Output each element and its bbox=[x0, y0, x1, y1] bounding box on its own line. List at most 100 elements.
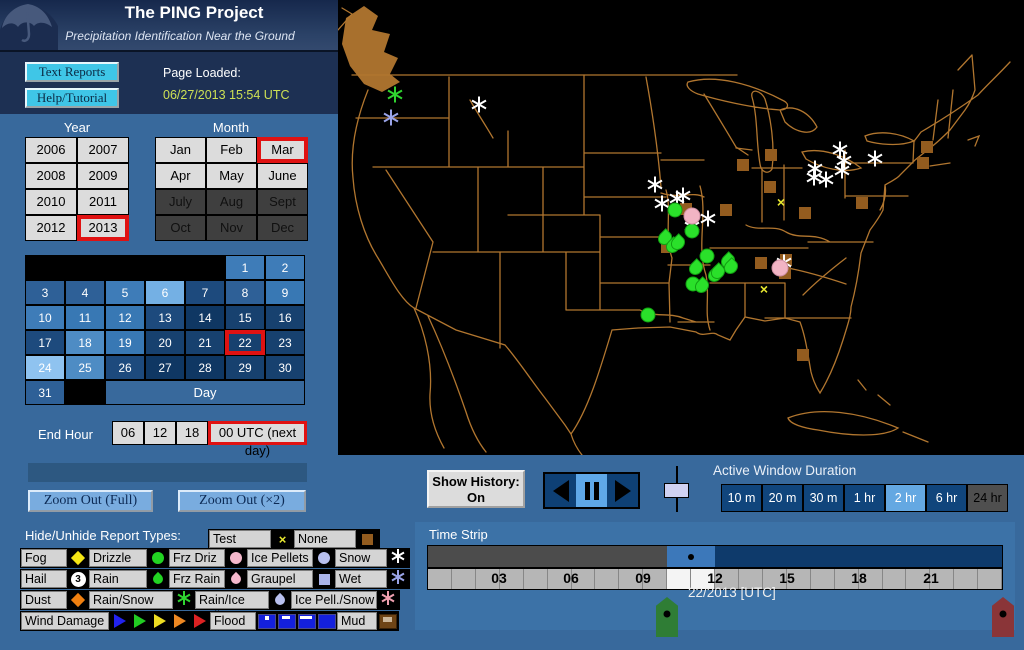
flood-2-icon[interactable] bbox=[277, 612, 296, 630]
month-may[interactable]: May bbox=[206, 163, 257, 189]
calendar-day-15[interactable]: 15 bbox=[225, 305, 265, 330]
flood-1-icon[interactable] bbox=[257, 612, 276, 630]
awd-30m[interactable]: 30 m bbox=[803, 484, 844, 512]
dr-green-icon[interactable] bbox=[148, 570, 168, 588]
awd-6hr[interactable]: 6 hr bbox=[926, 484, 967, 512]
pause-button[interactable] bbox=[576, 474, 607, 507]
legend-toggle-hail[interactable]: Hail bbox=[21, 570, 67, 588]
month-jan[interactable]: Jan bbox=[155, 137, 206, 163]
hour-cell-4[interactable] bbox=[523, 569, 548, 589]
calendar-day-27[interactable]: 27 bbox=[145, 355, 185, 380]
flood-4-icon[interactable] bbox=[317, 612, 336, 630]
ci-green-icon[interactable] bbox=[148, 549, 168, 567]
end-hour-18[interactable]: 18 bbox=[176, 421, 208, 445]
hour-cell-0[interactable] bbox=[428, 569, 452, 589]
hour-cell-23[interactable] bbox=[978, 569, 1003, 589]
legend-toggle-drizzle[interactable]: Drizzle bbox=[89, 549, 147, 567]
calendar-day-3[interactable]: 3 bbox=[25, 280, 65, 305]
year-2008[interactable]: 2008 bbox=[25, 163, 77, 189]
month-mar[interactable]: Mar bbox=[257, 137, 308, 163]
calendar-day-7[interactable]: 7 bbox=[185, 280, 225, 305]
hail-icon[interactable]: 3 bbox=[68, 570, 88, 588]
month-nov[interactable]: Nov bbox=[206, 215, 257, 241]
legend-toggle-ice-pell-snow[interactable]: Ice Pell./Snow bbox=[291, 591, 377, 609]
end-hour-06[interactable]: 06 bbox=[112, 421, 144, 445]
calendar-day-18[interactable]: 18 bbox=[65, 330, 105, 355]
legend-toggle-frz-rain[interactable]: Frz Rain bbox=[169, 570, 225, 588]
year-2007[interactable]: 2007 bbox=[77, 137, 129, 163]
calendar-day-11[interactable]: 11 bbox=[65, 305, 105, 330]
calendar-day-10[interactable]: 10 bbox=[25, 305, 65, 330]
calendar-day-6[interactable]: 6 bbox=[145, 280, 185, 305]
ast-pink-icon[interactable] bbox=[378, 590, 398, 609]
tri-green-icon[interactable] bbox=[130, 612, 149, 630]
calendar-day-23[interactable]: 23 bbox=[265, 330, 305, 355]
dr-pink-icon[interactable] bbox=[226, 570, 246, 588]
hour-cell-7[interactable] bbox=[595, 569, 620, 589]
di-yellow-icon[interactable] bbox=[68, 549, 88, 567]
ci-lav-icon[interactable] bbox=[314, 549, 334, 567]
year-2011[interactable]: 2011 bbox=[77, 189, 129, 215]
month-june[interactable]: June bbox=[257, 163, 308, 189]
hour-cell-1[interactable] bbox=[451, 569, 476, 589]
end-hour-12[interactable]: 12 bbox=[144, 421, 176, 445]
tri-orange-icon[interactable] bbox=[170, 612, 189, 630]
end-hour-00[interactable]: 00 UTC (next day) bbox=[208, 421, 307, 458]
legend-toggle-rain-ice-pell-[interactable]: Rain/Ice Pell. bbox=[195, 591, 269, 623]
calendar-day-8[interactable]: 8 bbox=[225, 280, 265, 305]
tri-yellow-icon[interactable] bbox=[150, 612, 169, 630]
legend-toggle-frz-driz[interactable]: Frz Driz bbox=[169, 549, 225, 567]
awd-24hr[interactable]: 24 hr bbox=[967, 484, 1008, 512]
year-2012[interactable]: 2012 bbox=[25, 215, 77, 241]
legend-toggle-none[interactable]: None bbox=[294, 530, 356, 548]
step-forward-button[interactable] bbox=[607, 474, 638, 507]
calendar-day-29[interactable]: 29 bbox=[225, 355, 265, 380]
legend-toggle-graupel[interactable]: Graupel bbox=[247, 570, 313, 588]
sq-brown-icon[interactable] bbox=[357, 530, 378, 548]
tri-red-icon[interactable] bbox=[190, 612, 209, 630]
ast-green-icon[interactable] bbox=[174, 590, 194, 609]
year-2013[interactable]: 2013 bbox=[77, 215, 129, 241]
calendar-day-21[interactable]: 21 bbox=[185, 330, 225, 355]
hour-cell-22[interactable] bbox=[954, 569, 979, 589]
calendar-day-4[interactable]: 4 bbox=[65, 280, 105, 305]
legend-toggle-flood[interactable]: Flood bbox=[210, 612, 256, 630]
calendar-day-22[interactable]: 22 bbox=[225, 330, 265, 355]
hour-cell-16[interactable] bbox=[810, 569, 835, 589]
legend-toggle-rain[interactable]: Rain bbox=[89, 570, 147, 588]
legend-toggle-dust[interactable]: Dust bbox=[21, 591, 67, 609]
month-feb[interactable]: Feb bbox=[206, 137, 257, 163]
awd-1hr[interactable]: 1 hr bbox=[844, 484, 885, 512]
legend-toggle-fog[interactable]: Fog bbox=[21, 549, 67, 567]
calendar-day-1[interactable]: 1 bbox=[225, 255, 265, 280]
calendar-day-26[interactable]: 26 bbox=[105, 355, 145, 380]
calendar-day-5[interactable]: 5 bbox=[105, 280, 145, 305]
month-apr[interactable]: Apr bbox=[155, 163, 206, 189]
legend-toggle-mud[interactable]: Mud bbox=[337, 612, 377, 630]
mud-icon[interactable] bbox=[378, 612, 397, 630]
month-aug[interactable]: Aug bbox=[206, 189, 257, 215]
legend-toggle-wind-damage[interactable]: Wind Damage bbox=[21, 612, 109, 630]
speed-slider-handle[interactable] bbox=[664, 483, 689, 498]
calendar-day-30[interactable]: 30 bbox=[265, 355, 305, 380]
us-precip-map[interactable]: × × bbox=[338, 0, 1024, 455]
zoom-out-x2-button[interactable]: Zoom Out (×2) bbox=[178, 490, 306, 512]
calendar-day-2[interactable]: 2 bbox=[265, 255, 305, 280]
calendar-day-13[interactable]: 13 bbox=[145, 305, 185, 330]
legend-toggle-ice-pellets[interactable]: Ice Pellets bbox=[247, 549, 313, 567]
di-orange-icon[interactable] bbox=[68, 591, 88, 609]
calendar-day-31[interactable]: 31 bbox=[25, 380, 65, 405]
zoom-out-full-button[interactable]: Zoom Out (Full) bbox=[28, 490, 153, 512]
calendar-day-19[interactable]: 19 bbox=[105, 330, 145, 355]
year-2010[interactable]: 2010 bbox=[25, 189, 77, 215]
legend-toggle-wet-snow[interactable]: Wet Snow bbox=[335, 570, 387, 602]
legend-toggle-test[interactable]: Test bbox=[209, 530, 271, 548]
calendar-day-9[interactable]: 9 bbox=[265, 280, 305, 305]
test-icon[interactable]: × bbox=[272, 530, 293, 548]
sq-lav-icon[interactable] bbox=[314, 570, 334, 588]
year-2009[interactable]: 2009 bbox=[77, 163, 129, 189]
legend-toggle-snow[interactable]: Snow bbox=[335, 549, 387, 567]
flood-3-icon[interactable] bbox=[297, 612, 316, 630]
awd-10m[interactable]: 10 m bbox=[721, 484, 762, 512]
month-sept[interactable]: Sept bbox=[257, 189, 308, 215]
